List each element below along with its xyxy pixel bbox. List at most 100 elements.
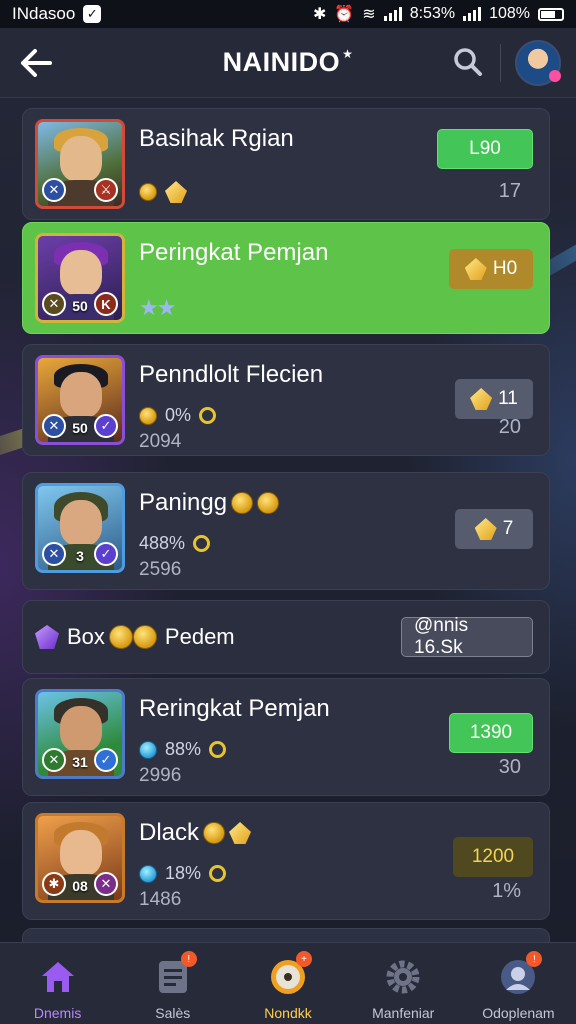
character-thumbnail: ✕ 50 ✓ (35, 355, 125, 445)
star-icon: ★★ (139, 295, 176, 320)
coin-icon (139, 406, 157, 425)
list-item[interactable]: ✕ 31 ✓ Reringkat Pemjan 88% 2996 1390 30 (22, 678, 550, 796)
avatar-icon: ! (498, 951, 543, 997)
bluetooth-icon: ✱ (312, 6, 327, 23)
card-title: Reringkat Pemjan (139, 695, 330, 722)
search-button[interactable] (448, 42, 488, 82)
header-divider (500, 44, 501, 82)
card-title-row: Paningg (139, 489, 280, 517)
card-title: Basihak Rgian (139, 125, 294, 152)
action-pill[interactable]: L90 (437, 129, 533, 169)
action-pill[interactable]: 11 (455, 379, 533, 419)
card-stat: 488% (139, 533, 211, 554)
ring-icon (209, 865, 227, 882)
nav-item-sales[interactable]: ! Salès (115, 943, 230, 1024)
crown-icon (464, 258, 487, 280)
promo-button[interactable]: @nnis 16.Sk (401, 615, 533, 658)
ring-icon (199, 407, 217, 424)
nav-label: Nondkk (264, 1005, 312, 1021)
alarm-icon: ⏰ (334, 6, 355, 23)
nav-item-profile[interactable]: ! Odoplenam (461, 943, 576, 1024)
character-face (60, 250, 102, 296)
status-time: 8:53% (409, 5, 456, 22)
weapon-icon: K (94, 292, 118, 316)
verified-icon: ✓ (94, 542, 118, 566)
verified-icon: ✓ (94, 414, 118, 438)
wifi-icon: ≋ (362, 6, 376, 23)
stat-value: 488% (139, 533, 186, 553)
verified-icon: ✓ (94, 748, 118, 772)
character-face (60, 706, 102, 752)
action-pill[interactable]: 7 (455, 509, 533, 549)
gem-coin-icon (139, 740, 157, 759)
battery-percent: 108% (489, 5, 530, 22)
signal-icon (383, 7, 402, 21)
coin-icon (108, 625, 133, 649)
nav-label: Manfeniar (372, 1005, 435, 1021)
stat-value: 0% (165, 405, 192, 425)
card-count: 20 (498, 416, 521, 438)
character-thumbnail: ✕ 31 ✓ (35, 689, 125, 779)
coin-icon (132, 625, 157, 649)
bottom-nav: Dnemis ! Salès + Nondkk Manfeniar ! Odop… (0, 942, 576, 1024)
list-item[interactable]: ✕ 50 ✓ Penndlolt Flecien 0% 2094 11 20 (22, 344, 550, 456)
promo-label: Box (67, 624, 105, 649)
profile-avatar[interactable] (515, 40, 561, 86)
character-face (60, 830, 102, 876)
list-item[interactable]: ✱ 08 ✕ Dlack 18% 1486 1200 1% (22, 802, 550, 920)
list-item[interactable]: ✕ 3 ✓ Paningg 488% 2596 7 (22, 472, 550, 590)
card-title-row: Dlack (139, 819, 252, 847)
ring-icon (209, 741, 227, 758)
card-stat: 88% (139, 739, 227, 760)
page-title: NAINIDO (0, 47, 576, 78)
crown-icon (470, 388, 493, 410)
action-pill[interactable]: 1390 (449, 713, 533, 753)
carrier-label: INdasoo (12, 4, 76, 23)
card-title: Dlack (139, 819, 200, 846)
card-icons (139, 181, 187, 203)
character-face (60, 500, 102, 546)
class-icon: ✕ (42, 178, 66, 202)
card-subvalue: 1486 (139, 889, 182, 910)
app-header: NAINIDO (0, 28, 576, 98)
nav-label: Dnemis (33, 1005, 82, 1021)
nav-item-home[interactable]: Dnemis (0, 943, 115, 1024)
search-icon (454, 48, 482, 76)
pill-value: 11 (498, 388, 518, 409)
character-thumbnail: ✕ 3 ✓ (35, 483, 125, 573)
coin-icon (231, 492, 254, 514)
character-thumbnail: ✕ 50 K (35, 233, 125, 323)
character-face (60, 372, 102, 418)
card-title: Penndlolt Flecien (139, 361, 324, 388)
card-stat: 18% (139, 863, 227, 884)
ring-icon (193, 535, 211, 552)
coin-icon (139, 183, 157, 201)
action-pill[interactable]: 1200 (453, 837, 533, 877)
nav-item-center[interactable]: + Nondkk (230, 943, 345, 1024)
pill-value: H0 (492, 258, 518, 279)
crown-icon (165, 181, 187, 203)
signal-icon-2 (463, 7, 482, 21)
home-icon (38, 957, 78, 997)
promo-row[interactable]: Box Pedem @nnis 16.Sk (22, 600, 550, 674)
card-count: 17 (498, 180, 521, 202)
crown-icon (474, 518, 497, 540)
nav-label: Salès (155, 1005, 191, 1021)
action-pill[interactable]: H0 (449, 249, 533, 289)
notification-badge: ! (526, 951, 543, 967)
gem-icon (35, 625, 59, 649)
character-thumbnail: ✱ 08 ✕ (35, 813, 125, 903)
target-icon: + (268, 951, 312, 997)
gear-icon (383, 957, 423, 997)
notification-badge: ! (180, 951, 197, 967)
card-subvalue: 2094 (139, 431, 182, 452)
gem-coin-icon (139, 864, 157, 883)
nav-item-settings[interactable]: Manfeniar (346, 943, 461, 1024)
list-item[interactable]: ✕ ⚔ Basihak Rgian L90 17 (22, 108, 550, 220)
list-item-highlighted[interactable]: ✕ 50 K Peringkat Pemjan ★★ H0 (22, 222, 550, 334)
promo-label-2: Pedem (164, 624, 235, 649)
stat-value: 18% (165, 863, 202, 883)
coin-icon (257, 492, 280, 514)
notification-badge: + (296, 951, 312, 967)
weapon-icon: ⚔ (94, 178, 118, 202)
